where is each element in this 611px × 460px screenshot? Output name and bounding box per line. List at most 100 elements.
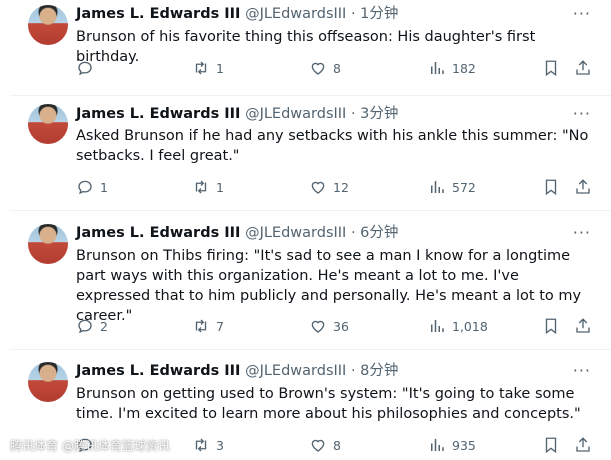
views-button[interactable]: 572 <box>428 178 476 196</box>
view-count: 1,018 <box>452 318 488 334</box>
like-button[interactable]: 36 <box>309 317 349 335</box>
retweet-button[interactable]: 1 <box>192 178 224 196</box>
tweet-divider <box>10 210 611 211</box>
retweet-icon <box>195 61 207 75</box>
analytics-icon <box>431 62 444 74</box>
reply-count: 2 <box>100 318 108 334</box>
reply-icon <box>78 319 92 334</box>
retweet-button[interactable]: 1 <box>192 59 224 77</box>
share-icon <box>576 179 590 194</box>
retweet-count: 3 <box>216 437 224 453</box>
views-button[interactable]: 182 <box>428 59 476 77</box>
like-button[interactable]: 8 <box>309 436 341 454</box>
share-button[interactable] <box>574 317 592 335</box>
tweet-header: James L. Edwards III @JLEdwardsIII · 6分钟 <box>76 224 398 242</box>
avatar[interactable] <box>28 104 68 144</box>
more-options-button[interactable]: ··· <box>573 223 591 242</box>
retweet-icon <box>195 438 207 452</box>
author-name[interactable]: James L. Edwards III <box>76 363 240 379</box>
author-handle[interactable]: @JLEdwardsIII <box>245 363 346 379</box>
bookmark-icon <box>545 437 557 454</box>
retweet-button[interactable]: 7 <box>192 317 224 335</box>
heart-icon <box>311 439 325 452</box>
bookmark-button[interactable] <box>542 317 560 335</box>
timestamp[interactable]: 1分钟 <box>360 6 398 22</box>
tweet-text: Brunson on getting used to Brown's syste… <box>76 386 581 422</box>
action-bar: 1 1 12 572 <box>76 178 606 198</box>
analytics-icon <box>431 320 444 332</box>
tweet-header: James L. Edwards III @JLEdwardsIII · 1分钟 <box>76 5 398 23</box>
view-count: 182 <box>452 60 476 76</box>
heart-icon <box>311 320 325 333</box>
more-options-button[interactable]: ··· <box>573 361 591 380</box>
retweet-button[interactable]: 3 <box>192 436 224 454</box>
reply-button[interactable]: 2 <box>76 317 108 335</box>
separator: · <box>346 106 361 122</box>
bookmark-button[interactable] <box>542 178 560 196</box>
author-name[interactable]: James L. Edwards III <box>76 6 240 22</box>
tweet[interactable]: James L. Edwards III @JLEdwardsIII · 1分钟… <box>10 0 611 95</box>
reply-button[interactable]: 1 <box>76 178 108 196</box>
like-count: 8 <box>333 437 341 453</box>
tweet-header: James L. Edwards III @JLEdwardsIII · 3分钟 <box>76 105 398 123</box>
like-button[interactable]: 12 <box>309 178 349 196</box>
tweet[interactable]: James L. Edwards III @JLEdwardsIII · 6分钟… <box>10 211 611 348</box>
share-button[interactable] <box>574 178 592 196</box>
tweet-header: James L. Edwards III @JLEdwardsIII · 8分钟 <box>76 362 398 380</box>
timestamp[interactable]: 6分钟 <box>360 225 398 241</box>
retweet-icon <box>195 180 207 194</box>
view-count: 935 <box>452 437 476 453</box>
author-handle[interactable]: @JLEdwardsIII <box>245 106 346 122</box>
like-count: 12 <box>333 179 349 195</box>
tweet-feed: James L. Edwards III @JLEdwardsIII · 1分钟… <box>10 0 611 460</box>
separator: · <box>346 6 361 22</box>
analytics-icon <box>431 181 444 193</box>
avatar[interactable] <box>28 362 68 402</box>
share-button[interactable] <box>574 436 592 454</box>
avatar[interactable] <box>28 5 68 45</box>
retweet-count: 1 <box>216 60 224 76</box>
reply-icon <box>78 180 92 195</box>
share-icon <box>576 60 590 75</box>
avatar[interactable] <box>28 224 68 264</box>
timestamp[interactable]: 3分钟 <box>360 106 398 122</box>
separator: · <box>346 225 361 241</box>
timestamp[interactable]: 8分钟 <box>360 363 398 379</box>
watermark: 腾讯体育 @腾讯体育篮球资讯 <box>10 439 170 453</box>
heart-icon <box>311 62 325 75</box>
action-bar: 1 8 182 <box>76 59 606 79</box>
separator: · <box>346 363 361 379</box>
reply-count: 1 <box>100 179 108 195</box>
author-name[interactable]: James L. Edwards III <box>76 225 240 241</box>
like-count: 8 <box>333 60 341 76</box>
bookmark-button[interactable] <box>542 436 560 454</box>
share-icon <box>576 318 590 333</box>
author-name[interactable]: James L. Edwards III <box>76 106 240 122</box>
view-count: 572 <box>452 179 476 195</box>
author-handle[interactable]: @JLEdwardsIII <box>245 6 346 22</box>
tweet-divider <box>10 95 611 96</box>
retweet-count: 7 <box>216 318 224 334</box>
retweet-icon <box>195 319 207 333</box>
views-button[interactable]: 935 <box>428 436 476 454</box>
like-count: 36 <box>333 318 349 334</box>
retweet-count: 1 <box>216 179 224 195</box>
analytics-icon <box>431 439 444 451</box>
share-button[interactable] <box>574 59 592 77</box>
bookmark-button[interactable] <box>542 59 560 77</box>
like-button[interactable]: 8 <box>309 59 341 77</box>
tweet-text: Asked Brunson if he had any setbacks wit… <box>76 128 589 164</box>
tweet-divider <box>10 349 611 350</box>
action-bar: 2 7 36 1,018 <box>76 317 606 337</box>
bookmark-icon <box>545 60 557 77</box>
more-options-button[interactable]: ··· <box>573 4 591 23</box>
reply-button[interactable] <box>76 59 100 77</box>
more-options-button[interactable]: ··· <box>573 104 591 123</box>
tweet[interactable]: James L. Edwards III @JLEdwardsIII · 3分钟… <box>10 96 611 210</box>
tweet-text: Brunson on Thibs firing: "It's sad to se… <box>76 248 582 324</box>
heart-icon <box>311 181 325 194</box>
author-handle[interactable]: @JLEdwardsIII <box>245 225 346 241</box>
views-button[interactable]: 1,018 <box>428 317 488 335</box>
bookmark-icon <box>545 179 557 196</box>
bookmark-icon <box>545 318 557 335</box>
